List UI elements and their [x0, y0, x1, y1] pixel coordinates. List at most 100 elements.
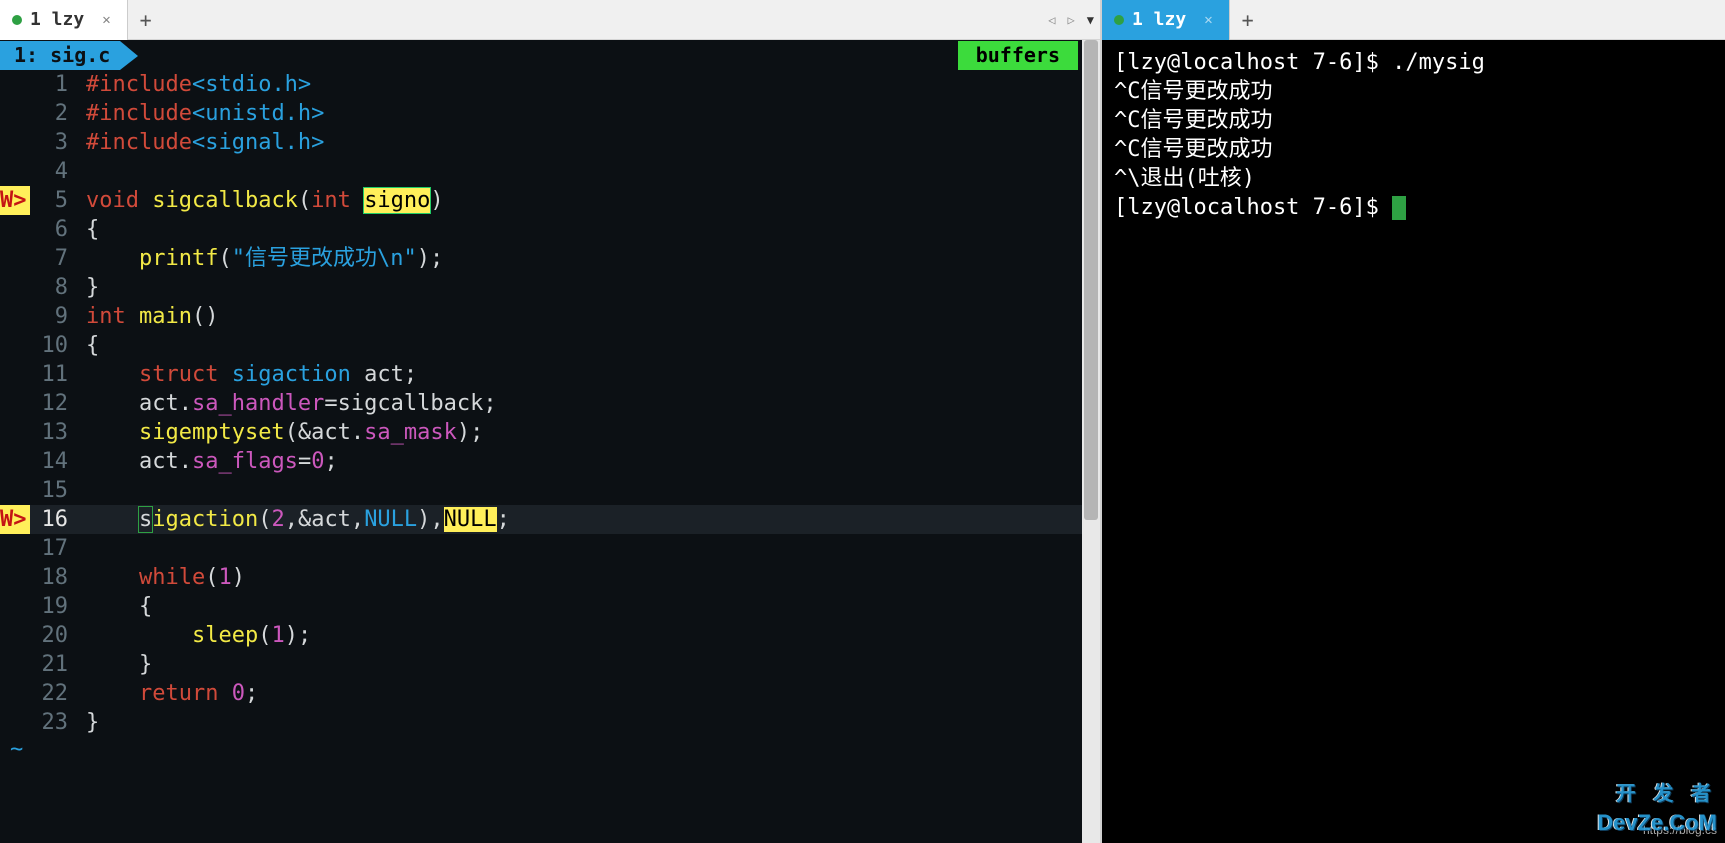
- terminal-line: ^C信号更改成功: [1114, 135, 1713, 164]
- code-line[interactable]: 14 act.sa_flags=0;: [0, 447, 1100, 476]
- code-text: #include<unistd.h>: [78, 99, 324, 128]
- modified-dot-icon: [12, 15, 22, 25]
- code-text: printf("信号更改成功\n");: [78, 244, 443, 273]
- editor-scrollbar[interactable]: [1082, 40, 1100, 843]
- tab-nav: ◁ ▷ ▼: [1042, 0, 1100, 40]
- code-text: struct sigaction act;: [78, 360, 417, 389]
- line-number: 5: [30, 186, 78, 215]
- code-text: sleep(1);: [78, 621, 311, 650]
- right-tabbar: 1 lzy ✕ +: [1102, 0, 1725, 40]
- file-tag: 1: sig.c: [0, 41, 120, 70]
- left-tab-label: 1 lzy: [30, 9, 84, 30]
- code-line[interactable]: W>5void sigcallback(int signo): [0, 186, 1100, 215]
- code-line[interactable]: 23}: [0, 708, 1100, 737]
- code-line[interactable]: 13 sigemptyset(&act.sa_mask);: [0, 418, 1100, 447]
- code-text: while(1): [78, 563, 245, 592]
- line-number: 21: [30, 650, 78, 679]
- line-number: 10: [30, 331, 78, 360]
- gutter-mark: W>: [0, 186, 30, 215]
- right-tab[interactable]: 1 lzy ✕: [1102, 0, 1230, 40]
- code-text: }: [78, 650, 152, 679]
- line-number: 13: [30, 418, 78, 447]
- code-line[interactable]: 4: [0, 157, 1100, 186]
- code-text: void sigcallback(int signo): [78, 186, 444, 215]
- terminal[interactable]: [lzy@localhost 7-6]$ ./mysig^C信号更改成功^C信号…: [1102, 40, 1725, 843]
- code-text: }: [78, 708, 99, 737]
- line-number: 17: [30, 534, 78, 563]
- line-number: 23: [30, 708, 78, 737]
- code-line[interactable]: 6{: [0, 215, 1100, 244]
- terminal-line: [lzy@localhost 7-6]$ ./mysig: [1114, 48, 1713, 77]
- watermark-logo: 开 发 者 DevZe.CoM: [1597, 777, 1717, 837]
- left-tab[interactable]: 1 lzy ✕: [0, 0, 128, 40]
- line-number: 16: [30, 505, 78, 534]
- terminal-line: [lzy@localhost 7-6]$: [1114, 193, 1713, 222]
- close-icon[interactable]: ✕: [102, 12, 110, 28]
- line-number: 7: [30, 244, 78, 273]
- code-text: {: [78, 592, 152, 621]
- code-text: sigemptyset(&act.sa_mask);: [78, 418, 483, 447]
- terminal-line: ^C信号更改成功: [1114, 77, 1713, 106]
- code-line[interactable]: 11 struct sigaction act;: [0, 360, 1100, 389]
- line-number: 20: [30, 621, 78, 650]
- left-tabbar: 1 lzy ✕ + ◁ ▷ ▼: [0, 0, 1100, 40]
- terminal-cursor: [1392, 196, 1406, 220]
- code-line[interactable]: W>16 sigaction(2,&act,NULL),NULL;: [0, 505, 1100, 534]
- code-line[interactable]: 10{: [0, 331, 1100, 360]
- code-line[interactable]: 1#include<stdio.h>: [0, 70, 1100, 99]
- code-line[interactable]: 2#include<unistd.h>: [0, 99, 1100, 128]
- tab-prev-icon[interactable]: ◁: [1042, 13, 1061, 27]
- code-text: act.sa_flags=0;: [78, 447, 338, 476]
- line-number: 4: [30, 157, 78, 186]
- line-number: 9: [30, 302, 78, 331]
- new-tab-button[interactable]: +: [1230, 0, 1266, 40]
- right-tab-label: 1 lzy: [1132, 9, 1186, 30]
- line-number: 22: [30, 679, 78, 708]
- line-number: 15: [30, 476, 78, 505]
- code-line[interactable]: 8}: [0, 273, 1100, 302]
- close-icon[interactable]: ✕: [1204, 12, 1212, 28]
- code-text: }: [78, 273, 99, 302]
- code-line[interactable]: 22 return 0;: [0, 679, 1100, 708]
- terminal-pane: 1 lzy ✕ + [lzy@localhost 7-6]$ ./mysig^C…: [1100, 0, 1725, 843]
- code-line[interactable]: 18 while(1): [0, 563, 1100, 592]
- line-number: 8: [30, 273, 78, 302]
- terminal-line: ^\退出(吐核): [1114, 164, 1713, 193]
- editor-pane: 1 lzy ✕ + ◁ ▷ ▼ 1: sig.c buffers 1#inclu…: [0, 0, 1100, 843]
- tab-next-icon[interactable]: ▷: [1062, 13, 1081, 27]
- code-line[interactable]: 21 }: [0, 650, 1100, 679]
- line-number: 3: [30, 128, 78, 157]
- gutter-mark: W>: [0, 505, 30, 534]
- end-tilde: ~: [0, 737, 1100, 762]
- code-line[interactable]: 3#include<signal.h>: [0, 128, 1100, 157]
- code-line[interactable]: 19 {: [0, 592, 1100, 621]
- line-number: 19: [30, 592, 78, 621]
- modified-dot-icon: [1114, 15, 1124, 25]
- line-number: 14: [30, 447, 78, 476]
- code-text: act.sa_handler=sigcallback;: [78, 389, 497, 418]
- code-line[interactable]: 7 printf("信号更改成功\n");: [0, 244, 1100, 273]
- code-body[interactable]: 1#include<stdio.h>2#include<unistd.h>3#i…: [0, 70, 1100, 737]
- tab-menu-icon[interactable]: ▼: [1081, 13, 1100, 27]
- line-number: 11: [30, 360, 78, 389]
- code-text: #include<stdio.h>: [78, 70, 311, 99]
- code-line[interactable]: 17: [0, 534, 1100, 563]
- code-editor[interactable]: 1: sig.c buffers 1#include<stdio.h>2#inc…: [0, 40, 1100, 843]
- code-text: {: [78, 331, 99, 360]
- line-number: 18: [30, 563, 78, 592]
- code-text: sigaction(2,&act,NULL),NULL;: [78, 505, 510, 534]
- code-line[interactable]: 15: [0, 476, 1100, 505]
- line-number: 2: [30, 99, 78, 128]
- new-tab-button[interactable]: +: [128, 0, 164, 40]
- line-number: 12: [30, 389, 78, 418]
- buffers-button[interactable]: buffers: [958, 41, 1078, 70]
- code-line[interactable]: 9int main(): [0, 302, 1100, 331]
- terminal-line: ^C信号更改成功: [1114, 106, 1713, 135]
- scroll-thumb[interactable]: [1084, 40, 1098, 520]
- code-text: return 0;: [78, 679, 258, 708]
- code-text: int main(): [78, 302, 218, 331]
- code-line[interactable]: 12 act.sa_handler=sigcallback;: [0, 389, 1100, 418]
- code-line[interactable]: 20 sleep(1);: [0, 621, 1100, 650]
- code-text: {: [78, 215, 99, 244]
- editor-statusrow: 1: sig.c buffers: [0, 40, 1100, 70]
